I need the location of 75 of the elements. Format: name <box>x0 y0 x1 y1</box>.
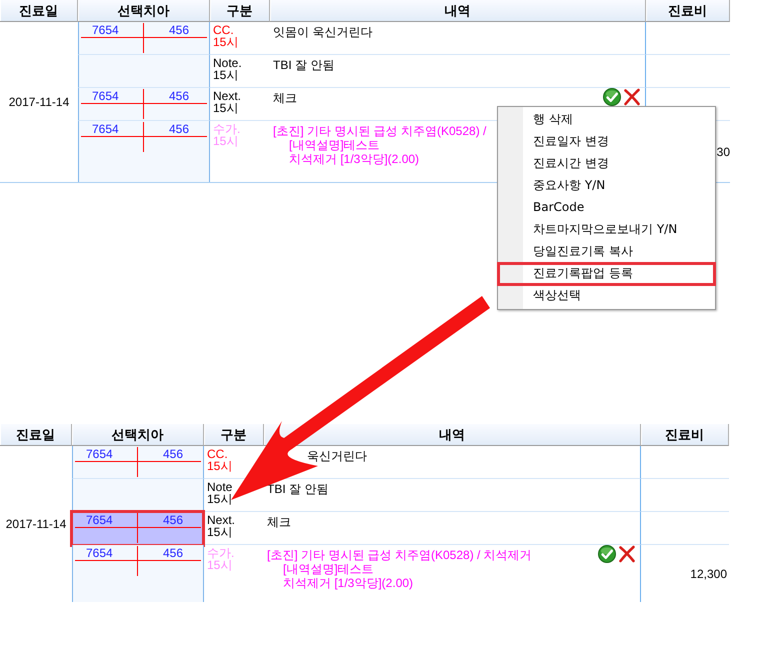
tooth-number: 7654 <box>86 547 113 559</box>
detail-text: 치석제거 [1/3악당](2.00) <box>283 576 414 590</box>
detail-text: [초진] 기타 명시된 급성 치주염(K0528) / 치석제거 <box>267 548 532 562</box>
tooth-cell[interactable]: 7654 456 <box>72 446 204 479</box>
category-label: CC. <box>213 24 234 36</box>
column-header: 선택치아 <box>72 424 204 446</box>
menu-item[interactable]: 진료기록팝업 등록 <box>498 262 715 284</box>
fee-amount: 30 <box>716 144 730 158</box>
category-label: Note. <box>213 57 242 69</box>
tooth-number: 7654 <box>92 24 119 36</box>
tooth-number: 456 <box>162 547 183 559</box>
tooth-number: 456 <box>162 514 183 526</box>
category-label: Next. <box>207 514 236 526</box>
time-label: 15시 <box>213 102 238 114</box>
tooth-cell[interactable] <box>78 55 210 88</box>
tooth-cell[interactable]: 7654 456 <box>78 88 210 121</box>
tooth-number: 456 <box>168 24 189 36</box>
detail-text: 잇몸이 욱신거린다 <box>273 25 372 39</box>
detail-text: [내역설명]테스트 <box>289 138 380 152</box>
detail-text: [내역설명]테스트 <box>283 562 374 576</box>
tooth-cell[interactable]: 7654 456 <box>78 22 210 55</box>
menu-item[interactable]: 차트마지막으로보내기 Y/N <box>498 218 715 240</box>
menu-item[interactable]: 행 삭제 <box>498 108 715 130</box>
tooth-number: 7654 <box>86 514 113 526</box>
category-label: 수가. <box>213 123 240 135</box>
tooth-cell[interactable] <box>72 479 204 512</box>
detail-text: [초진] 기타 명시된 급성 치주염(K0528) / <box>273 124 486 138</box>
fee-amount: 12,300 <box>690 566 727 580</box>
category-label: CC. <box>207 448 228 460</box>
time-label: 15시 <box>207 559 232 571</box>
time-label: 15시 <box>207 493 232 505</box>
tooth-cell[interactable]: 7654 456 <box>72 545 204 602</box>
tooth-number: 456 <box>168 123 189 135</box>
menu-item[interactable]: 당일진료기록 복사 <box>498 240 715 262</box>
menu-item[interactable]: 색상선택 <box>498 284 715 306</box>
detail-text: TBI 잘 안됨 <box>273 58 334 72</box>
detail-text: 체크 <box>267 515 291 529</box>
tooth-number: 456 <box>168 90 189 102</box>
detail-text: TBI 잘 안됨 <box>267 482 328 496</box>
time-label: 15시 <box>207 460 232 472</box>
menu-item[interactable]: BarCode <box>498 196 715 218</box>
check-icon[interactable] <box>598 545 616 563</box>
detail-text: 욱신거린다 <box>307 449 367 463</box>
time-label: 15시 <box>207 526 232 538</box>
column-header: 구분 <box>210 0 270 22</box>
category-label: Note <box>207 481 232 493</box>
column-header: 선택치아 <box>78 0 210 22</box>
column-header: 내역 <box>270 0 646 22</box>
check-icon[interactable] <box>603 88 621 106</box>
column-header: 내역 <box>264 424 641 446</box>
menu-item[interactable]: 중요사항 Y/N <box>498 174 715 196</box>
visit-date: 2017-11-14 <box>8 95 70 109</box>
tooth-number: 7654 <box>92 123 119 135</box>
menu-item[interactable]: 진료일자 변경 <box>498 130 715 152</box>
column-header: 구분 <box>204 424 264 446</box>
visit-date: 2017-11-14 <box>6 517 66 531</box>
detail-text: 치석제거 [1/3악당](2.00) <box>289 152 420 166</box>
tooth-number: 7654 <box>86 448 113 460</box>
tooth-number: 7654 <box>92 90 119 102</box>
tooth-cell[interactable]: 7654 456 <box>78 121 210 182</box>
column-header: 진료일 <box>0 424 72 446</box>
tooth-cell[interactable]: 7654 456 <box>72 512 204 545</box>
category-label: Next. <box>213 90 242 102</box>
column-header: 진료비 <box>646 0 730 22</box>
column-header: 진료비 <box>641 424 729 446</box>
time-label: 15시 <box>213 36 238 48</box>
menu-item[interactable]: 진료시간 변경 <box>498 152 715 174</box>
time-label: 15시 <box>213 69 238 81</box>
detail-text: 체크 <box>273 91 297 105</box>
cross-icon[interactable] <box>623 88 641 106</box>
tooth-number: 456 <box>162 448 183 460</box>
column-header: 진료일 <box>0 0 78 22</box>
cross-icon[interactable] <box>618 545 636 563</box>
category-label: 수가. <box>207 547 234 559</box>
time-label: 15시 <box>213 135 238 147</box>
